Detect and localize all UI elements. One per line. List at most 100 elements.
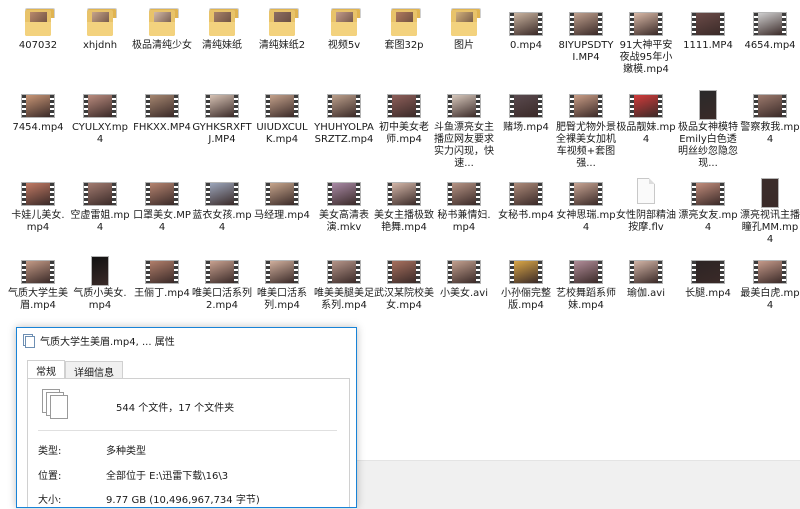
file-item[interactable]: UIUDXCULK.mp4 xyxy=(252,90,312,146)
file-item[interactable]: 美女主播极致艳舞.mp4 xyxy=(374,178,434,234)
file-name: GYHKSRXFTJ.MP4 xyxy=(192,122,252,145)
file-item[interactable]: 卡娃儿美女.mp4 xyxy=(8,178,68,234)
file-item[interactable]: 蓝衣女孩.mp4 xyxy=(192,178,252,234)
video-thumbnail-icon xyxy=(265,90,299,120)
file-item[interactable]: 清纯妹纸 xyxy=(192,8,252,52)
video-thumbnail-icon xyxy=(265,256,299,286)
file-name: 卡娃儿美女.mp4 xyxy=(11,210,65,233)
file-item[interactable]: 唯美美腿美足系列.mp4 xyxy=(314,256,374,312)
location-row: 位置: 全部位于 E:\迅雷下载\16\3 xyxy=(38,467,228,482)
video-thumbnail-icon xyxy=(387,256,421,286)
file-item[interactable]: 艺校舞蹈系师妹.mp4 xyxy=(556,256,616,312)
file-name: 0.mp4 xyxy=(510,40,542,51)
file-item[interactable]: 女神思瑞.mp4 xyxy=(556,178,616,234)
dialog-title: 气质大学生美眉.mp4, ... 属性 xyxy=(40,336,175,348)
file-item[interactable]: 最美白虎.mp4 xyxy=(740,256,800,312)
file-item[interactable]: 长腿.mp4 xyxy=(678,256,738,300)
file-item[interactable]: 极品清纯少女 xyxy=(132,8,192,52)
file-name: 8IYUPSDTYI.MP4 xyxy=(558,40,614,63)
location-value: 全部位于 E:\迅雷下载\16\3 xyxy=(106,471,229,482)
video-thumbnail-icon xyxy=(205,256,239,286)
file-name: 艺校舞蹈系师妹.mp4 xyxy=(556,288,616,311)
file-item[interactable]: 视频5v xyxy=(314,8,374,52)
document-icon xyxy=(23,333,35,348)
file-item[interactable]: 唯美口活系列.mp4 xyxy=(252,256,312,312)
file-item[interactable]: 气质大学生美眉.mp4 xyxy=(8,256,68,312)
dialog-titlebar[interactable]: 气质大学生美眉.mp4, ... 属性 xyxy=(17,328,356,352)
file-name: 视频5v xyxy=(327,40,361,51)
file-name: YHUHYOLPASRZTZ.mp4 xyxy=(314,122,374,145)
size-row: 大小: 9.77 GB (10,496,967,734 字节) xyxy=(38,491,260,506)
file-item[interactable]: 警察救我.mp4 xyxy=(740,90,800,146)
file-name: 漂亮女友.mp4 xyxy=(678,210,738,233)
file-item[interactable]: 唯美口活系列 2.mp4 xyxy=(192,256,252,312)
file-item[interactable]: 武汉某院校美女.mp4 xyxy=(374,256,434,312)
file-item[interactable]: YHUHYOLPASRZTZ.mp4 xyxy=(314,90,374,146)
video-thumbnail-icon xyxy=(21,178,55,208)
file-item[interactable]: 小孙俪完整版.mp4 xyxy=(496,256,556,312)
file-item[interactable]: 瑜伽.avi xyxy=(616,256,676,300)
file-item[interactable]: 4654.mp4 xyxy=(740,8,800,52)
file-item[interactable]: 极品女神模特Emily白色透明丝纱忽隐忽现... xyxy=(678,90,738,170)
file-item[interactable]: 漂亮视讯主播瞳孔MM.mp4 xyxy=(740,178,800,246)
file-item[interactable]: 0.mp4 xyxy=(496,8,556,52)
folder-icon xyxy=(447,8,481,38)
video-thumbnail-icon xyxy=(447,256,481,286)
video-thumbnail-icon xyxy=(21,256,55,286)
file-item[interactable]: 口罩美女.MP4 xyxy=(132,178,192,234)
video-thumbnail-icon xyxy=(629,256,663,286)
file-item[interactable]: 清纯妹纸2 xyxy=(252,8,312,52)
video-thumbnail-icon xyxy=(387,178,421,208)
file-item[interactable]: 极品靓妹.mp4 xyxy=(616,90,676,146)
file-item[interactable]: FHKXX.MP4 xyxy=(132,90,192,134)
video-thumbnail-icon xyxy=(691,90,725,120)
folder-icon xyxy=(83,8,117,38)
file-name: CYULXY.mp4 xyxy=(71,122,128,145)
file-name: 蓝衣女孩.mp4 xyxy=(192,210,252,233)
video-thumbnail-icon xyxy=(83,178,117,208)
file-item[interactable]: 91大神平安夜战95年小嫩模.mp4 xyxy=(616,8,676,76)
file-item[interactable]: 漂亮女友.mp4 xyxy=(678,178,738,234)
file-item[interactable]: 小美女.avi xyxy=(434,256,494,300)
general-panel: 544 个文件，17 个文件夹 类型: 多种类型 位置: 全部位于 E:\迅雷下… xyxy=(27,378,350,507)
file-item[interactable]: 女性阴部精油按摩.flv xyxy=(616,178,676,234)
folder-icon xyxy=(327,8,361,38)
file-item[interactable]: 秘书兼情妇.mp4 xyxy=(434,178,494,234)
file-item[interactable]: 马经理.mp4 xyxy=(252,178,312,222)
file-name: 套图32p xyxy=(384,40,424,51)
type-label: 类型: xyxy=(38,446,62,457)
type-value: 多种类型 xyxy=(106,446,146,457)
video-thumbnail-icon xyxy=(21,90,55,120)
video-thumbnail-icon xyxy=(205,178,239,208)
file-name: 武汉某院校美女.mp4 xyxy=(374,288,434,311)
file-name: 初中美女老师.mp4 xyxy=(379,122,429,145)
file-item[interactable]: 斗鱼漂亮女主播应网友要求实力闪现，快速... xyxy=(434,90,494,170)
file-item[interactable]: 女秘书.mp4 xyxy=(496,178,556,222)
file-item[interactable]: CYULXY.mp4 xyxy=(70,90,130,146)
file-item[interactable]: 赌场.mp4 xyxy=(496,90,556,134)
size-label: 大小: xyxy=(38,495,62,506)
file-icon xyxy=(629,178,663,208)
file-item[interactable]: 套图32p xyxy=(374,8,434,52)
file-name: 气质大学生美眉.mp4 xyxy=(8,288,68,311)
file-item[interactable]: 气质小美女.mp4 xyxy=(70,256,130,312)
video-thumbnail-icon xyxy=(509,8,543,38)
file-item[interactable]: 图片 xyxy=(434,8,494,52)
video-thumbnail-icon xyxy=(83,90,117,120)
file-item[interactable]: 7454.mp4 xyxy=(8,90,68,134)
file-item[interactable]: 8IYUPSDTYI.MP4 xyxy=(556,8,616,64)
video-thumbnail-icon xyxy=(569,8,603,38)
file-name: 清纯妹纸 xyxy=(202,40,242,51)
file-item[interactable]: 王俪丁.mp4 xyxy=(132,256,192,300)
file-item[interactable]: 空虚雷姐.mp4 xyxy=(70,178,130,234)
file-item[interactable]: xhjdnh xyxy=(70,8,130,52)
file-item[interactable]: 407032 xyxy=(8,8,68,52)
file-item[interactable]: 初中美女老师.mp4 xyxy=(374,90,434,146)
file-item[interactable]: 美女高清表演.mkv xyxy=(314,178,374,234)
file-item[interactable]: 1111.MP4 xyxy=(678,8,738,52)
background-panel xyxy=(357,460,800,509)
file-name: 最美白虎.mp4 xyxy=(740,288,800,311)
folder-icon xyxy=(205,8,239,38)
file-item[interactable]: 肥臀尤物外景全裸美女加机车视频+套图 强... xyxy=(556,90,616,170)
file-item[interactable]: GYHKSRXFTJ.MP4 xyxy=(192,90,252,146)
